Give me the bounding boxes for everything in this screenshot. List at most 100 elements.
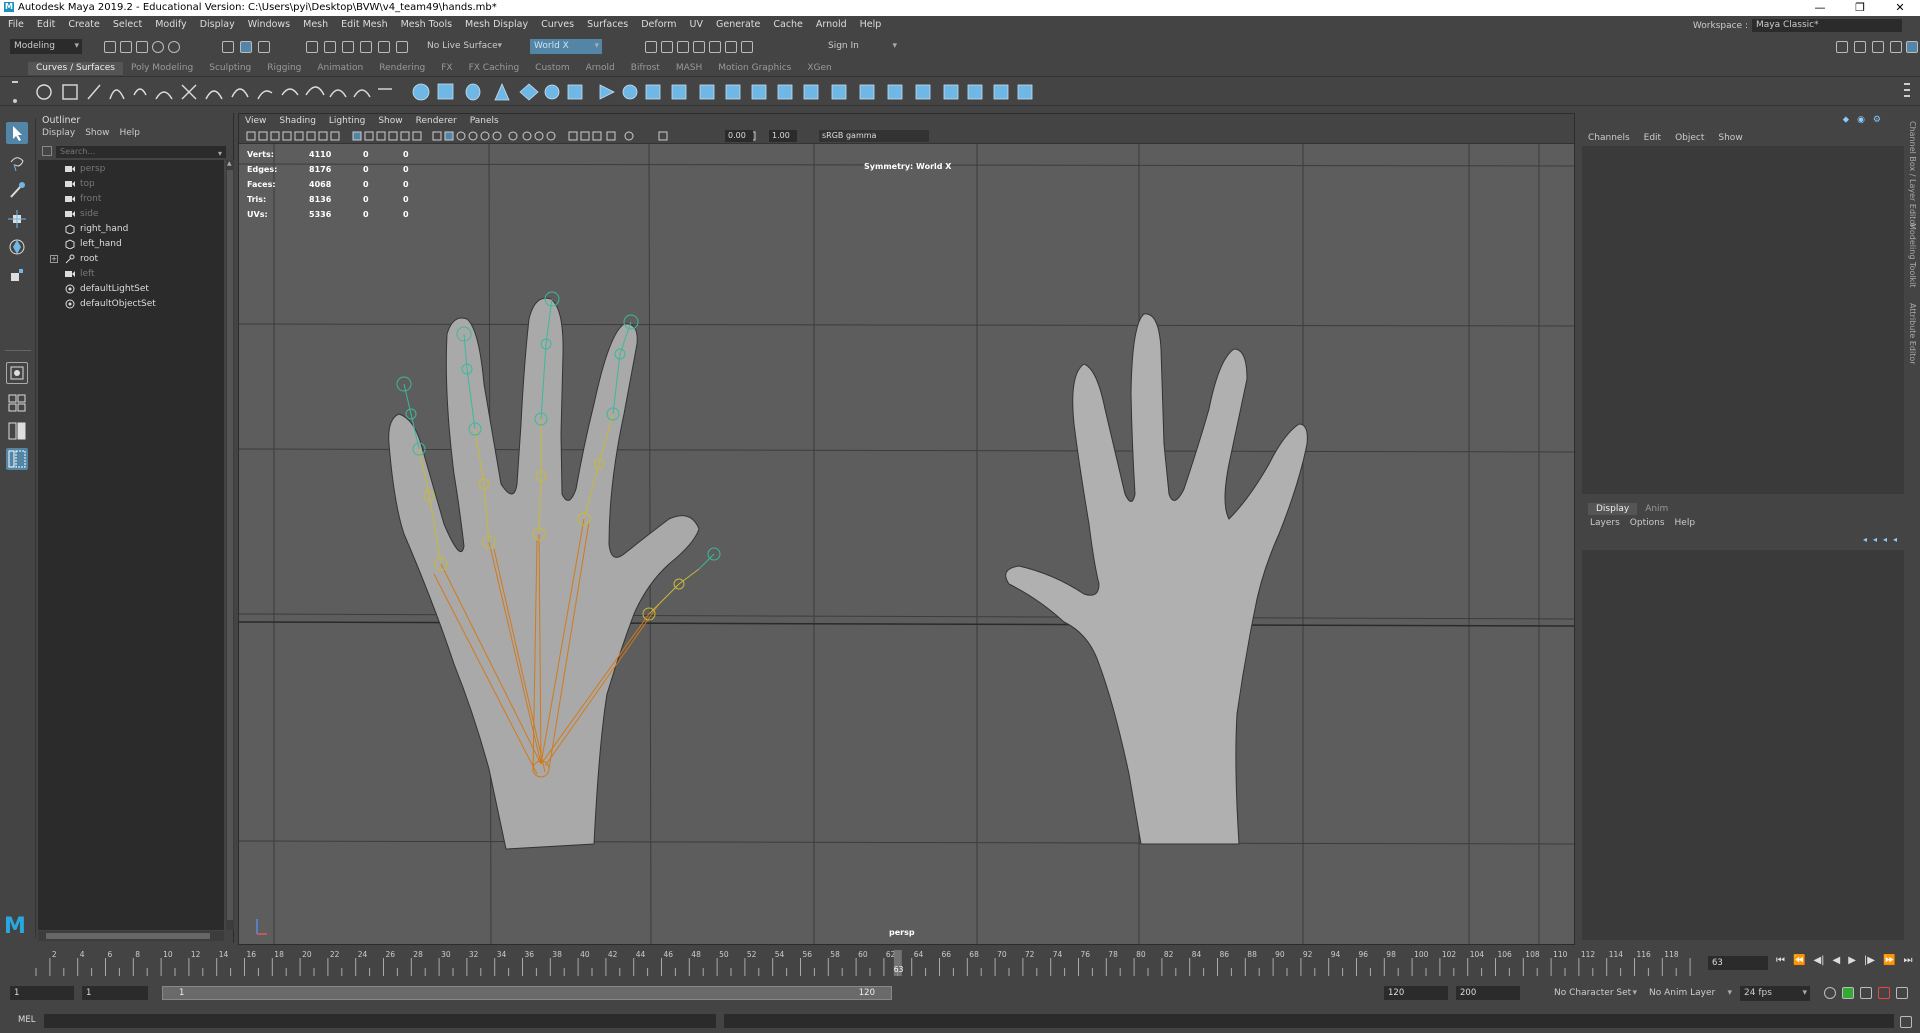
viewport-menu-item-0[interactable]: View [245, 116, 266, 126]
channelbox-menu-item-2[interactable]: Object [1675, 133, 1704, 143]
single-view-layout-icon[interactable] [6, 362, 28, 384]
make-live-icon[interactable] [396, 41, 408, 53]
shelf-tab-3[interactable]: Rigging [259, 62, 309, 75]
vertical-tab-2[interactable]: Attribute Editor [1908, 303, 1917, 365]
outliner-item[interactable]: top [64, 177, 95, 191]
viewport-menu-item-3[interactable]: Show [378, 116, 402, 126]
snap-surface-icon[interactable] [378, 41, 390, 53]
shelf-tab-7[interactable]: FX Caching [461, 62, 528, 75]
record-key-icon[interactable] [1878, 987, 1890, 999]
select-hierarchy-icon[interactable] [222, 41, 234, 53]
playback-prefs-icon[interactable] [1896, 987, 1908, 999]
range-slider-handle[interactable]: 1 120 [162, 986, 892, 1000]
menu-item-2[interactable]: Create [68, 19, 100, 30]
select-object-icon[interactable] [240, 41, 252, 53]
shelf-tab-11[interactable]: MASH [668, 62, 710, 75]
workspace-dropdown[interactable]: Maya Classic* [1752, 19, 1902, 32]
new-layer-selected-icon[interactable]: ◂ [1893, 535, 1897, 544]
go-to-start-button[interactable]: ⏮ [1776, 955, 1785, 966]
channel-box-icon[interactable] [1890, 41, 1902, 53]
expand-toggle-icon[interactable]: + [50, 255, 58, 263]
scale-tool-icon[interactable] [6, 264, 28, 286]
menu-item-13[interactable]: Deform [641, 19, 676, 30]
outliner-menu-item-2[interactable]: Help [119, 128, 140, 138]
lock-icon[interactable]: ◉ [1857, 115, 1865, 125]
outliner-item[interactable]: defaultObjectSet [64, 297, 156, 311]
vertical-tab-0[interactable]: Channel Box / Layer Editor [1908, 121, 1917, 228]
side-by-side-layout-icon[interactable] [6, 420, 28, 442]
search-dropdown-icon[interactable]: ▾ [218, 149, 222, 158]
redo-icon[interactable] [168, 41, 180, 53]
playback-start-field[interactable]: 1 [82, 986, 148, 1000]
loop-icon[interactable] [1824, 987, 1836, 999]
move-tool-icon[interactable] [6, 208, 28, 230]
shelf-tab-10[interactable]: Bifrost [623, 62, 668, 75]
script-editor-icon[interactable] [1900, 1016, 1912, 1028]
ipr-render-icon[interactable] [693, 41, 705, 53]
snap-view-icon[interactable] [360, 41, 372, 53]
fps-dropdown[interactable]: 24 fps [1740, 986, 1810, 1001]
viewport-menu-item-5[interactable]: Panels [470, 116, 499, 126]
shelf-tab-12[interactable]: Motion Graphics [710, 62, 799, 75]
menu-item-14[interactable]: UV [690, 19, 703, 30]
shelf-tab-1[interactable]: Poly Modeling [123, 62, 201, 75]
viewport-menu-item-1[interactable]: Shading [279, 116, 316, 126]
layer-tab-1[interactable]: Anim [1637, 503, 1676, 515]
layer-list-area[interactable] [1582, 550, 1904, 940]
animation-prefs-icon[interactable] [1860, 987, 1872, 999]
layer-tab-0[interactable]: Display [1588, 503, 1638, 515]
character-set-dropdown[interactable]: No Character Set [1550, 986, 1640, 1001]
layer-move-up-icon[interactable]: ◂ [1863, 535, 1867, 544]
outliner-item[interactable]: left [64, 267, 95, 281]
outliner-horizontal-scrollbar[interactable] [38, 931, 224, 941]
shelf-tab-8[interactable]: Custom [527, 62, 577, 75]
channelbox-menu-item-0[interactable]: Channels [1588, 133, 1630, 143]
snap-point-icon[interactable] [342, 41, 354, 53]
command-language-label[interactable]: MEL [18, 1015, 35, 1025]
open-scene-icon[interactable] [120, 41, 132, 53]
save-scene-icon[interactable] [136, 41, 148, 53]
hypershade-icon[interactable] [725, 41, 737, 53]
snap-curve-icon[interactable] [324, 41, 336, 53]
shelf-tab-2[interactable]: Sculpting [201, 62, 259, 75]
menu-item-5[interactable]: Display [200, 19, 235, 30]
symmetry-dropdown[interactable]: World X [530, 39, 602, 54]
viewport-menu-item-2[interactable]: Lighting [329, 116, 365, 126]
render-view-icon[interactable] [677, 41, 689, 53]
new-layer-icon[interactable]: ◂ [1883, 535, 1887, 544]
outliner-item[interactable]: persp [64, 162, 105, 176]
outliner-vertical-scrollbar[interactable]: ▲ [226, 160, 234, 930]
menu-item-7[interactable]: Mesh [303, 19, 328, 30]
shelf-tab-6[interactable]: FX [433, 62, 460, 75]
time-slider[interactable]: 2 4 6 8 10 12 14 16 18 20 22 24 26 28 30 32 34 36 38 40 42 44… [32, 950, 1692, 980]
start-time-field[interactable]: 1 [10, 986, 74, 1000]
exposure-field[interactable]: 0.00 [725, 130, 753, 142]
select-component-icon[interactable] [258, 41, 270, 53]
menu-item-4[interactable]: Modify [155, 19, 186, 30]
shelf-tab-0[interactable]: Curves / Surfaces [28, 62, 123, 75]
menu-item-9[interactable]: Mesh Tools [401, 19, 452, 30]
pause-icon[interactable] [741, 41, 753, 53]
search-options-icon[interactable] [42, 146, 52, 156]
menu-item-16[interactable]: Cache [773, 19, 803, 30]
sign-in-button[interactable]: Sign In [812, 39, 900, 54]
render-icon[interactable] [645, 41, 657, 53]
menu-item-15[interactable]: Generate [716, 19, 760, 30]
layer-menu-item-2[interactable]: Help [1675, 518, 1696, 528]
outliner-item[interactable]: root [64, 252, 98, 266]
tool-settings-icon[interactable] [1872, 41, 1884, 53]
menu-item-12[interactable]: Surfaces [587, 19, 628, 30]
close-button[interactable]: ✕ [1880, 0, 1920, 16]
menu-item-0[interactable]: File [8, 19, 24, 30]
anim-layer-dropdown[interactable]: No Anim Layer [1645, 986, 1735, 1001]
channelbox-area[interactable] [1582, 146, 1904, 494]
outliner-item[interactable]: defaultLightSet [64, 282, 149, 296]
lasso-tool-icon[interactable] [6, 152, 28, 174]
menu-item-11[interactable]: Curves [541, 19, 574, 30]
viewport-menu-item-4[interactable]: Renderer [416, 116, 457, 126]
shelf-tab-9[interactable]: Arnold [578, 62, 623, 75]
menu-item-10[interactable]: Mesh Display [465, 19, 528, 30]
channelbox-menu-item-1[interactable]: Edit [1644, 133, 1661, 143]
modeling-toolkit-icon[interactable] [1836, 41, 1848, 53]
outliner-item[interactable]: side [64, 207, 98, 221]
